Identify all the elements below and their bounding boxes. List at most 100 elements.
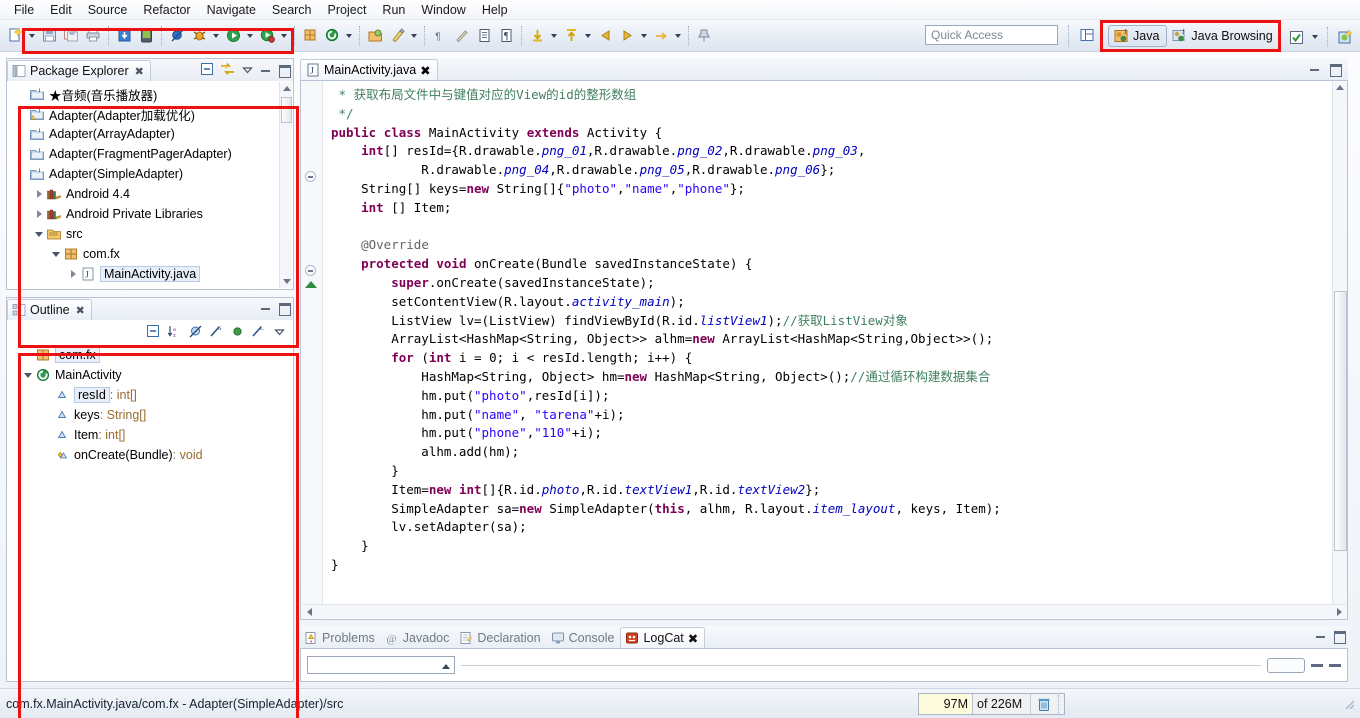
save-button[interactable] xyxy=(38,24,60,48)
collapse-all-button[interactable] xyxy=(145,323,161,339)
minimize-button[interactable] xyxy=(1314,628,1328,642)
editor-code[interactable]: * 获取布局文件中与键值对应的View的id的整形数组 */ public cl… xyxy=(323,81,1332,619)
view-menu-button[interactable] xyxy=(239,61,255,77)
scroll-left-button[interactable] xyxy=(302,605,316,618)
next-annotation-button[interactable] xyxy=(526,24,548,48)
close-icon[interactable]: ✖ xyxy=(420,63,430,78)
menu-item-project[interactable]: Project xyxy=(320,1,375,19)
logcat-scrollbar[interactable] xyxy=(1329,663,1341,667)
maximize-button[interactable] xyxy=(277,300,291,316)
next-edit-button[interactable] xyxy=(650,24,672,48)
new-java-class-dropdown[interactable] xyxy=(343,24,355,48)
run-dropdown[interactable] xyxy=(244,24,256,48)
minimize-button[interactable] xyxy=(1308,61,1322,75)
tree-row[interactable]: J MainActivity.java xyxy=(11,264,293,284)
debug-dropdown[interactable] xyxy=(210,24,222,48)
forward-button[interactable] xyxy=(616,24,638,48)
scroll-down-button[interactable] xyxy=(280,275,293,288)
menu-item-navigate[interactable]: Navigate xyxy=(199,1,264,19)
new-android-app-button[interactable] xyxy=(1334,25,1356,49)
tab-outline[interactable]: Outline ✖ xyxy=(7,299,92,320)
pencil-button[interactable] xyxy=(451,24,473,48)
tab-console[interactable]: Console xyxy=(547,628,621,648)
sort-alphabetically-button[interactable]: a z xyxy=(166,323,182,339)
menu-item-search[interactable]: Search xyxy=(264,1,320,19)
maximize-button[interactable] xyxy=(1328,61,1342,77)
tree-row[interactable]: J Adapter(ArrayAdapter) xyxy=(11,124,293,144)
close-icon[interactable]: ✖ xyxy=(688,631,698,646)
fold-marker[interactable] xyxy=(305,265,316,276)
tree-row[interactable]: keys : String[] xyxy=(13,405,293,425)
previous-annotation-dropdown[interactable] xyxy=(582,24,594,48)
checkbox-dropdown[interactable] xyxy=(1309,25,1321,49)
perspective-java[interactable]: J Java xyxy=(1108,25,1168,47)
pin-editor-button[interactable] xyxy=(693,24,715,48)
tree-row[interactable]: resId : int[] xyxy=(13,385,293,405)
logcat-level-button[interactable] xyxy=(1267,657,1305,673)
minimize-button[interactable] xyxy=(259,300,273,314)
tab-package-explorer[interactable]: Package Explorer ✖ xyxy=(7,60,151,81)
menu-item-refactor[interactable]: Refactor xyxy=(135,1,198,19)
tree-row[interactable]: com.fx xyxy=(11,244,293,264)
android-avd-manager-button[interactable] xyxy=(135,24,157,48)
chevron-right-icon[interactable] xyxy=(66,267,80,281)
menu-item-window[interactable]: Window xyxy=(413,1,473,19)
link-with-editor-button[interactable] xyxy=(219,61,235,77)
chevron-right-icon[interactable] xyxy=(32,187,46,201)
new-java-package-button[interactable] xyxy=(299,24,321,48)
chevron-right-icon[interactable] xyxy=(32,207,46,221)
run-coverage-dropdown[interactable] xyxy=(278,24,290,48)
tree-row[interactable]: J Adapter(FragmentPagerAdapter) xyxy=(11,144,293,164)
scroll-up-button[interactable] xyxy=(1333,81,1346,94)
next-annotation-dropdown[interactable] xyxy=(548,24,560,48)
quick-access-input[interactable]: Quick Access xyxy=(925,25,1058,45)
hide-non-public-members-button[interactable] xyxy=(229,323,245,339)
save-all-button[interactable] xyxy=(60,24,82,48)
logcat-filter-combo[interactable] xyxy=(307,656,455,674)
previous-annotation-button[interactable] xyxy=(560,24,582,48)
tree-row[interactable]: J Adapter(Adapter加载优化) xyxy=(11,104,293,124)
editor-vertical-scrollbar[interactable] xyxy=(1332,81,1347,619)
hide-static-members-button[interactable]: S xyxy=(208,323,224,339)
checkbox-checked-button[interactable] xyxy=(1285,25,1307,49)
fold-marker[interactable] xyxy=(305,171,316,182)
maximize-button[interactable] xyxy=(1332,628,1346,644)
tab-problems[interactable]: Problems xyxy=(300,628,381,648)
tree-row[interactable]: src xyxy=(11,224,293,244)
search-button[interactable] xyxy=(386,24,408,48)
tab-declaration[interactable]: Declaration xyxy=(455,628,546,648)
tree-row[interactable]: Android 4.4 xyxy=(11,184,293,204)
minimize-button[interactable] xyxy=(259,62,273,76)
scroll-up-button[interactable] xyxy=(280,82,293,95)
close-icon[interactable]: ✖ xyxy=(76,304,85,317)
tree-row[interactable]: onCreate(Bundle) : void xyxy=(13,445,293,465)
menu-item-help[interactable]: Help xyxy=(474,1,516,19)
package-explorer-scrollbar[interactable] xyxy=(279,82,292,288)
close-icon[interactable]: ✖ xyxy=(135,65,144,78)
open-perspective-button[interactable] xyxy=(1078,26,1096,45)
run-gc-button[interactable] xyxy=(1030,694,1056,714)
chevron-down-icon[interactable] xyxy=(21,368,35,382)
skip-breakpoints-button[interactable] xyxy=(166,24,188,48)
scroll-right-button[interactable] xyxy=(1332,605,1346,618)
new-wizard-dropdown[interactable] xyxy=(26,24,38,48)
new-java-class-button[interactable] xyxy=(321,24,343,48)
menu-item-run[interactable]: Run xyxy=(374,1,413,19)
chevron-down-icon[interactable] xyxy=(32,227,46,241)
tab-mainactivity-java[interactable]: J MainActivity.java ✖ xyxy=(300,59,438,80)
back-button[interactable] xyxy=(594,24,616,48)
tree-row[interactable]: Item : int[] xyxy=(13,425,293,445)
forward-dropdown[interactable] xyxy=(638,24,650,48)
logcat-scrollbar[interactable] xyxy=(1311,663,1323,667)
next-edit-dropdown[interactable] xyxy=(672,24,684,48)
perspective-java-browsing[interactable]: J Java Browsing xyxy=(1167,25,1279,47)
tree-row[interactable]: J Adapter(SimpleAdapter) xyxy=(11,164,293,184)
heap-monitor[interactable]: 97M of 226M xyxy=(918,693,1066,715)
annotation-button[interactable]: ¶ xyxy=(429,24,451,48)
view-menu-button[interactable] xyxy=(271,323,287,339)
resize-grip[interactable] xyxy=(1342,697,1356,714)
run-coverage-button[interactable] xyxy=(256,24,278,48)
run-button[interactable] xyxy=(222,24,244,48)
tree-row[interactable]: J ★音频(音乐播放器) xyxy=(11,84,293,104)
search-dropdown[interactable] xyxy=(408,24,420,48)
